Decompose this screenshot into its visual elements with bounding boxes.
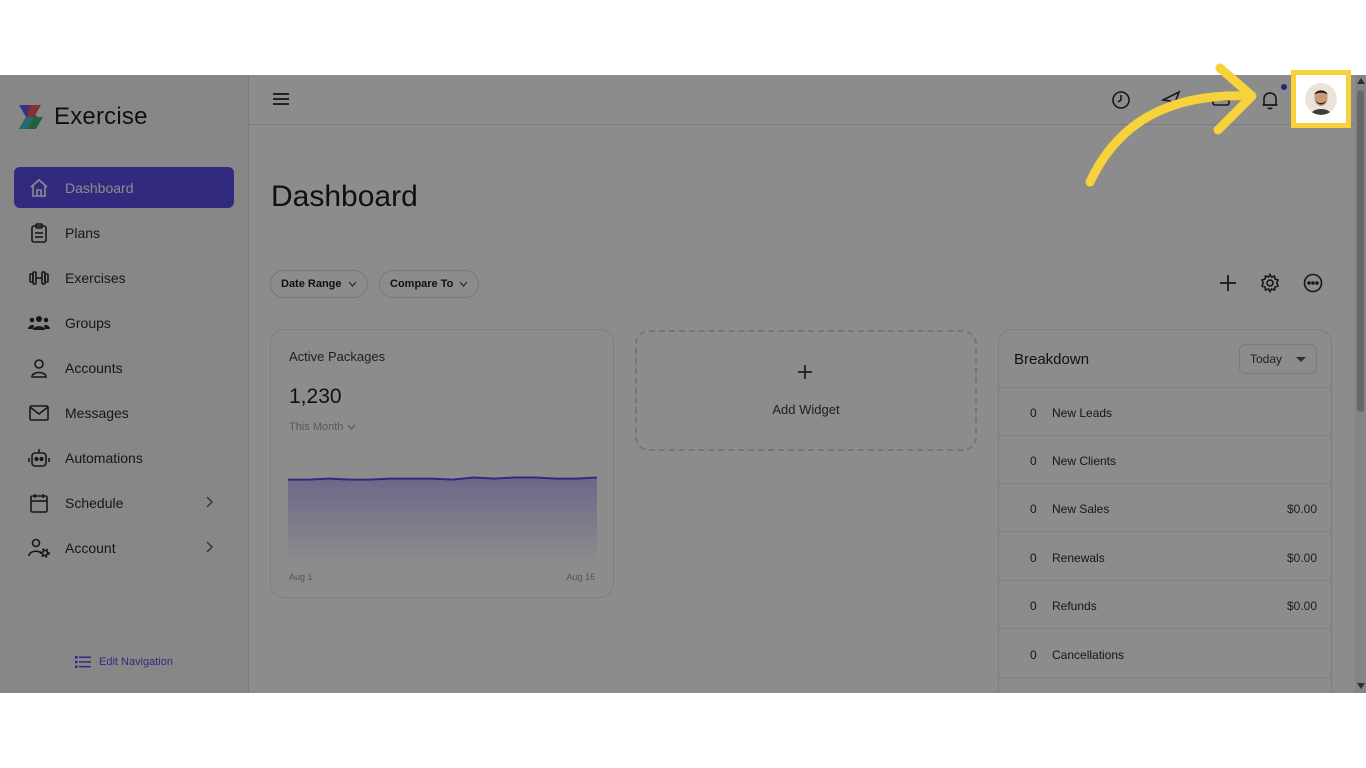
row-count: 0	[1030, 599, 1037, 613]
highlight-box	[1291, 70, 1351, 128]
compare-to-label: Compare To	[390, 278, 454, 290]
period-selector[interactable]: This Month	[289, 421, 356, 433]
row-count: 0	[1030, 454, 1037, 468]
active-packages-chart	[288, 476, 597, 563]
gear-icon[interactable]	[1259, 272, 1281, 294]
row-count: 0	[1030, 406, 1037, 420]
chart-line	[288, 476, 597, 481]
card-title: Active Packages	[289, 349, 386, 364]
plus-icon[interactable]	[1217, 272, 1239, 294]
scroll-up-arrow-icon[interactable]	[1357, 78, 1365, 84]
row-label: New Sales	[1052, 502, 1110, 516]
scrollbar[interactable]	[1355, 75, 1366, 693]
card-value: 1,230	[289, 385, 342, 408]
row-amount: $0.00	[1286, 551, 1317, 565]
breakdown-row[interactable]: 0 Renewals $0.00	[999, 533, 1331, 581]
robot-icon	[28, 447, 50, 469]
breakdown-range-value: Today	[1250, 352, 1283, 366]
caret-down-icon	[1296, 357, 1306, 362]
sidebar-item-label: Schedule	[65, 494, 124, 511]
date-range-label: Date Range	[281, 278, 342, 290]
sidebar-item-label: Dashboard	[65, 179, 134, 196]
period-label: This Month	[289, 421, 344, 433]
brand[interactable]: Exercise	[17, 103, 148, 131]
sidebar-item-groups[interactable]: Groups	[14, 302, 234, 343]
row-label: New Leads	[1052, 406, 1113, 420]
notification-dot	[1281, 84, 1287, 90]
home-icon	[28, 177, 50, 199]
chevron-right-icon	[206, 541, 214, 553]
add-widget-card[interactable]: Add Widget	[635, 330, 977, 451]
logo-icon	[19, 105, 43, 129]
sidebar-item-label: Accounts	[65, 359, 123, 376]
brand-name: Exercise	[54, 103, 148, 130]
breakdown-row[interactable]: 0 New Clients	[999, 436, 1331, 484]
x-axis-start-label: Aug 1	[289, 572, 313, 582]
sidebar-item-messages[interactable]: Messages	[14, 392, 234, 433]
sidebar-item-plans[interactable]: Plans	[14, 212, 234, 253]
sidebar-item-exercises[interactable]: Exercises	[14, 257, 234, 298]
edit-navigation-label: Edit Navigation	[99, 656, 173, 668]
breakdown-row[interactable]: 0 New Sales $0.00	[999, 484, 1331, 532]
sidebar-item-label: Account	[65, 539, 116, 556]
breakdown-range-select[interactable]: Today	[1239, 344, 1317, 374]
envelope-icon	[28, 402, 50, 424]
row-label: Cancellations	[1052, 648, 1125, 662]
row-count: 0	[1030, 648, 1037, 662]
sidebar-item-accounts[interactable]: Accounts	[14, 347, 234, 388]
add-widget-label: Add Widget	[772, 402, 840, 417]
sidebar-item-label: Plans	[65, 224, 101, 241]
breakdown-row[interactable]: 0 Refunds $0.00	[999, 581, 1331, 629]
page-title: Dashboard	[271, 180, 418, 213]
calendar-icon	[28, 492, 50, 514]
chevron-right-icon	[206, 496, 214, 508]
sidebar: Exercise Dashboard Plans Exercises Group…	[0, 75, 249, 693]
main-content: Dashboard Date Range Compare To Active P…	[249, 125, 1355, 693]
sidebar-item-dashboard[interactable]: Dashboard	[14, 167, 234, 208]
pointer-arrow-icon	[1085, 63, 1257, 187]
row-count: 0	[1030, 502, 1037, 516]
more-icon[interactable]	[1302, 272, 1324, 294]
x-axis-end-label: Aug 16	[566, 572, 595, 582]
breakdown-row[interactable]: 0 New Leads	[999, 388, 1331, 436]
row-label: Renewals	[1052, 551, 1105, 565]
users-icon	[28, 312, 50, 334]
sidebar-item-label: Messages	[65, 404, 129, 421]
person-icon	[28, 357, 50, 379]
active-packages-card[interactable]: Active Packages 1,230 This Month Aug 1 A…	[270, 329, 614, 598]
dumbbell-icon	[28, 267, 50, 289]
compare-to-filter[interactable]: Compare To	[379, 270, 480, 298]
sidebar-nav: Dashboard Plans Exercises Groups Account…	[14, 167, 234, 572]
date-range-filter[interactable]: Date Range	[270, 270, 368, 298]
sidebar-item-label: Groups	[65, 314, 111, 331]
row-amount: $0.00	[1286, 599, 1317, 613]
clipboard-icon	[28, 222, 50, 244]
chevron-down-icon	[348, 281, 357, 287]
sidebar-item-schedule[interactable]: Schedule	[14, 482, 234, 523]
breakdown-card: Breakdown Today 0 New Leads 0 New Client…	[998, 329, 1332, 693]
breakdown-title: Breakdown	[1014, 351, 1090, 368]
breakdown-row[interactable]: 0 Cancellations	[999, 630, 1331, 678]
chart-area	[288, 477, 597, 563]
list-icon	[75, 656, 91, 668]
sidebar-item-label: Automations	[65, 449, 143, 466]
sidebar-item-label: Exercises	[65, 269, 126, 286]
sidebar-item-automations[interactable]: Automations	[14, 437, 234, 478]
edit-navigation-link[interactable]: Edit Navigation	[75, 655, 173, 669]
menu-icon[interactable]	[271, 89, 291, 109]
row-amount: $0.00	[1286, 502, 1317, 516]
row-label: New Clients	[1052, 454, 1117, 468]
chevron-down-icon	[347, 424, 356, 430]
sidebar-item-account[interactable]: Account	[14, 527, 234, 568]
row-count: 0	[1030, 551, 1037, 565]
plus-icon	[798, 365, 812, 379]
user-gear-icon	[28, 537, 50, 559]
scrollbar-thumb[interactable]	[1357, 90, 1364, 412]
scroll-down-arrow-icon[interactable]	[1357, 683, 1365, 689]
row-label: Refunds	[1052, 599, 1097, 613]
chevron-down-icon	[459, 281, 468, 287]
